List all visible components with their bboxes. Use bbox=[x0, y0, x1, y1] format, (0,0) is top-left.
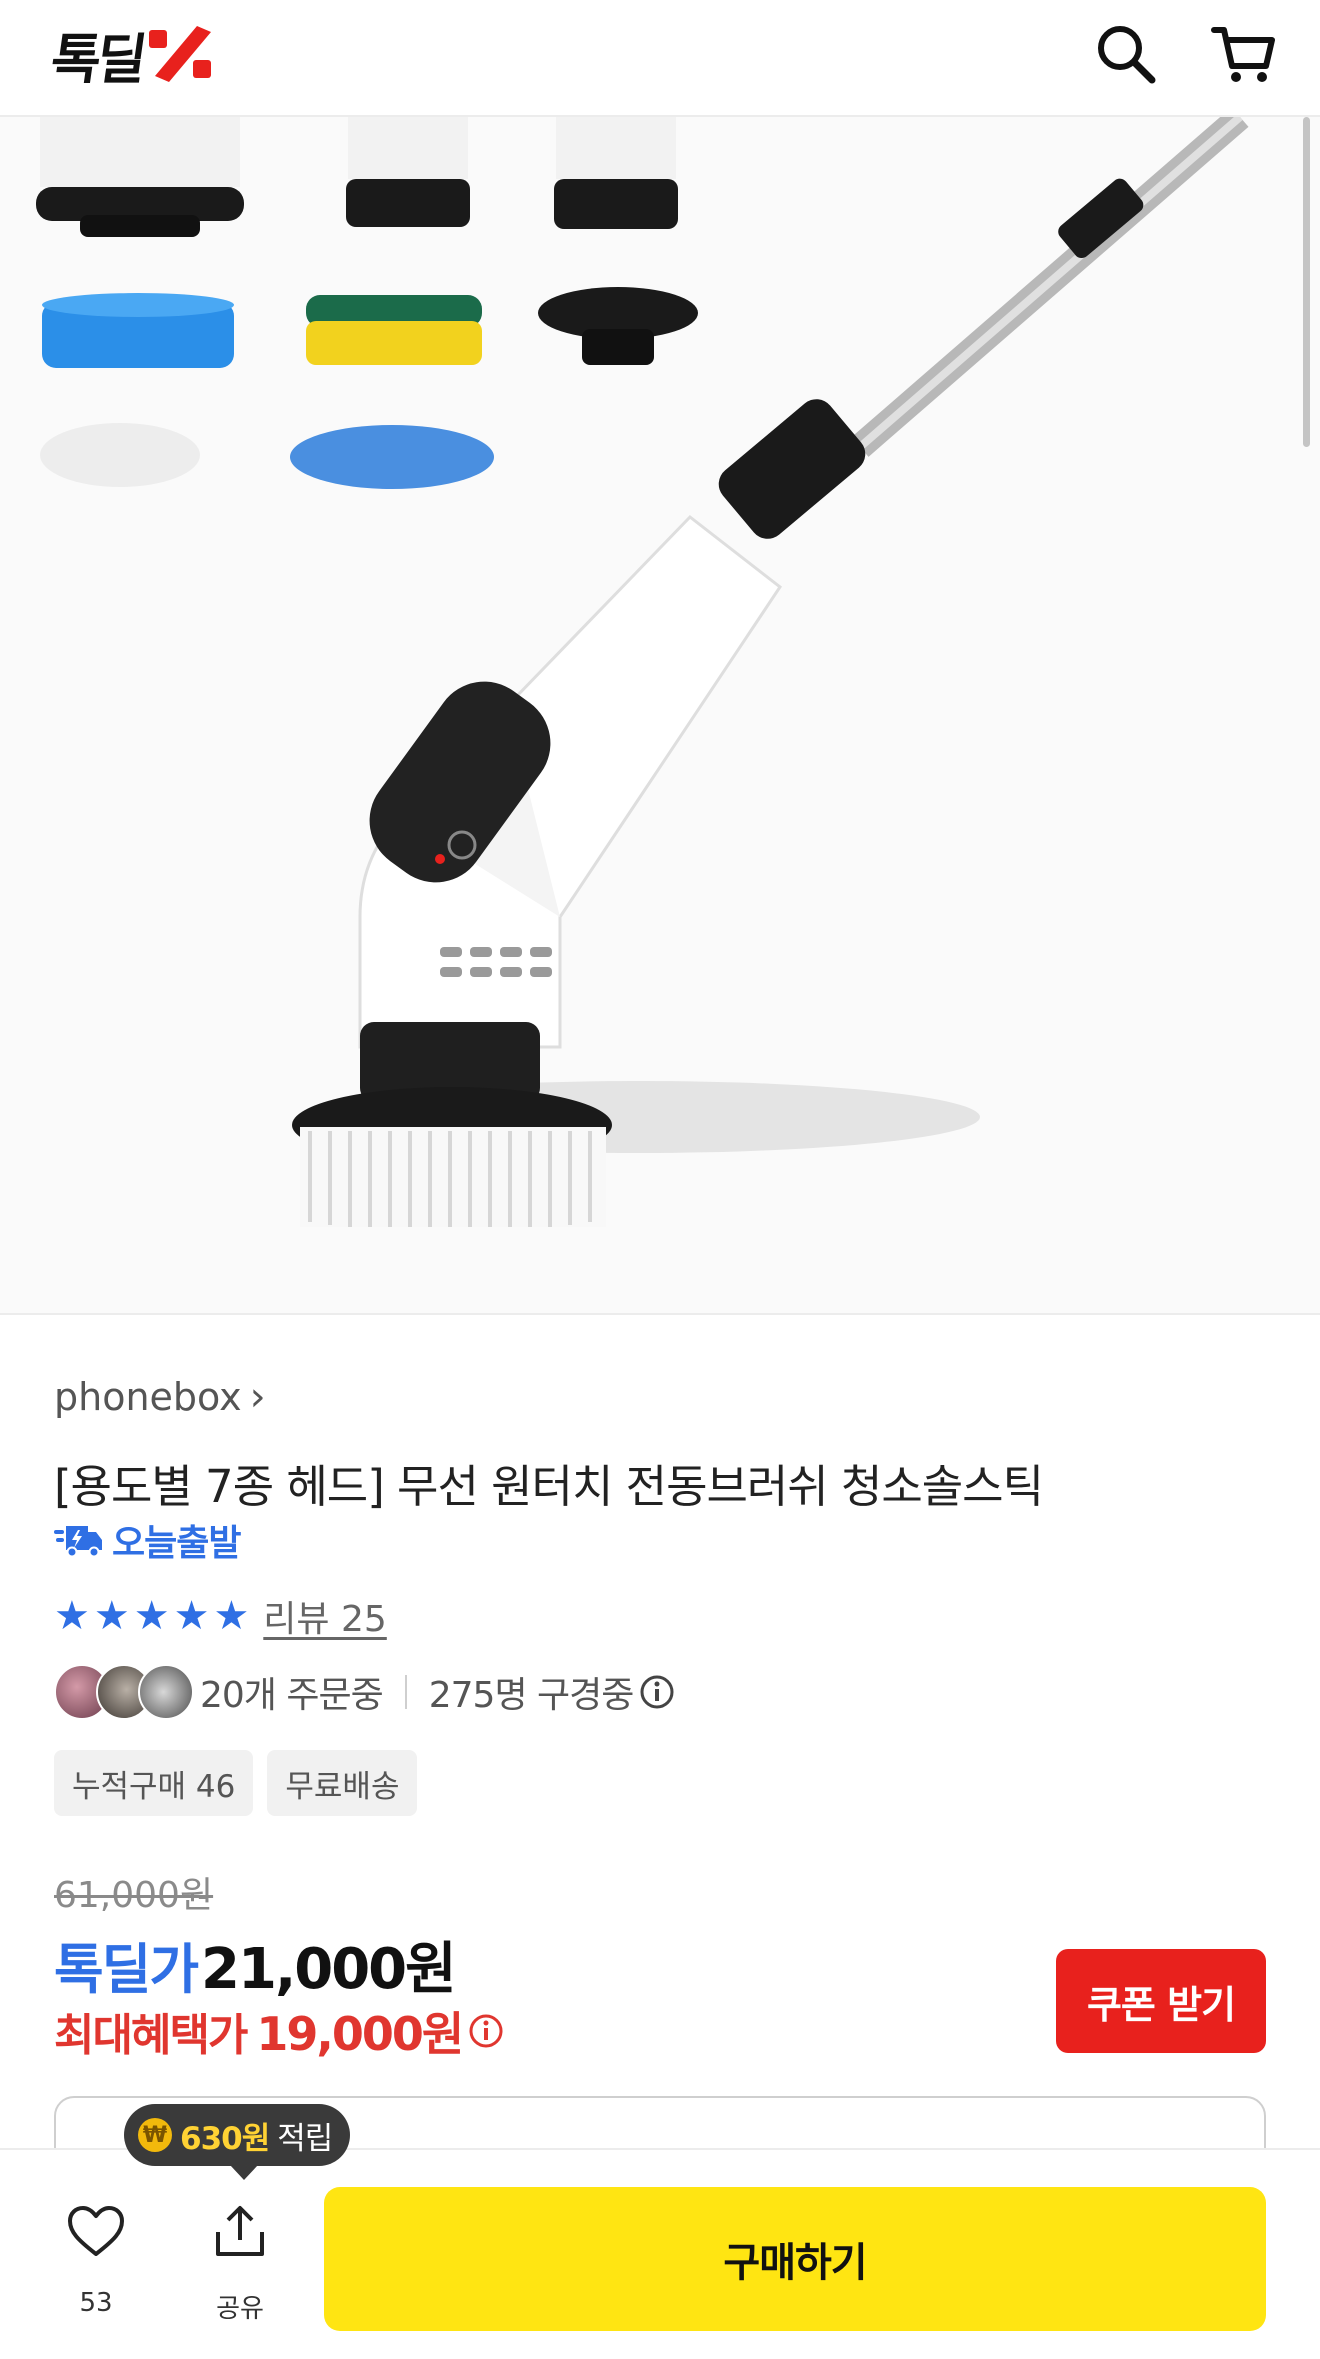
rating-stars: ★ ★ ★ ★ ★ bbox=[54, 1596, 249, 1636]
white-microfiber-pad bbox=[40, 423, 200, 487]
share-icon bbox=[216, 2206, 264, 2256]
info-icon[interactable] bbox=[468, 2013, 504, 2049]
electric-brush-illustration bbox=[36, 117, 1249, 1227]
share-button[interactable]: 공유 bbox=[200, 2202, 280, 2325]
scrollbar[interactable] bbox=[1303, 117, 1310, 447]
product-image[interactable] bbox=[0, 117, 1320, 1315]
deal-price-row: 톡딜가 21,000원 bbox=[54, 1924, 457, 2005]
original-price: 61,000원 bbox=[54, 1875, 214, 1916]
star-icon: ★ bbox=[213, 1593, 250, 1639]
search-icon[interactable] bbox=[1092, 20, 1158, 86]
star-icon: ★ bbox=[133, 1593, 170, 1639]
deal-price-label: 톡딜가 bbox=[54, 1938, 199, 2001]
logo-text: 톡딜 bbox=[46, 27, 148, 91]
star-icon: ★ bbox=[93, 1593, 130, 1639]
coin-icon: ₩ bbox=[138, 2118, 172, 2152]
seller-name: phonebox bbox=[54, 1375, 242, 1419]
points-tooltip: ₩ 630원 적립 bbox=[124, 2104, 351, 2180]
review-link[interactable]: 리뷰 25 bbox=[263, 1590, 387, 1642]
buy-button[interactable]: 구매하기 bbox=[324, 2187, 1266, 2331]
badge-free-shipping: 무료배송 bbox=[267, 1750, 418, 1816]
viewers-count: 275명 구경중 bbox=[428, 1675, 635, 1716]
brush-head-accessory bbox=[36, 117, 244, 237]
product-title: [용도별 7종 헤드] 무선 원터치 전동브러쉬 청소솔스틱 bbox=[54, 1460, 1044, 1513]
star-icon: ★ bbox=[173, 1593, 210, 1639]
logo-percent-mark bbox=[149, 26, 212, 82]
orders-count: 20개 주문중 bbox=[200, 1675, 384, 1716]
brush-head-accessory bbox=[554, 117, 678, 229]
talkdeal-logo[interactable]: 톡딜 bbox=[47, 22, 215, 91]
brush-head-accessory bbox=[346, 117, 470, 227]
max-benefit-row: 최대혜택가 19,000원 bbox=[54, 1998, 504, 2064]
like-button[interactable]: 53 bbox=[56, 2202, 136, 2318]
share-label: 공유 bbox=[216, 2294, 264, 2324]
seller-link[interactable]: phonebox › bbox=[54, 1374, 266, 1420]
points-label: 적립 bbox=[277, 2120, 333, 2157]
bottom-action-bar: 53 공유 구매하기 bbox=[0, 2148, 1320, 2359]
rating-row: ★ ★ ★ ★ ★ 리뷰 25 bbox=[54, 1590, 387, 1642]
info-icon[interactable] bbox=[639, 1674, 675, 1710]
divider bbox=[404, 1675, 407, 1709]
delivery-truck-icon bbox=[54, 1526, 102, 1558]
top-header: 톡딜 bbox=[0, 0, 1320, 117]
like-count: 53 bbox=[79, 2288, 113, 2318]
product-badges: 누적구매 46 무료배송 bbox=[54, 1750, 418, 1816]
social-proof-row: 20개 주문중 275명 구경중 bbox=[54, 1664, 675, 1720]
blue-microfiber-pad bbox=[290, 425, 494, 489]
points-amount: 630원 bbox=[180, 2120, 270, 2157]
today-shipping-label: 오늘출발 bbox=[112, 1523, 241, 1564]
avatar bbox=[138, 1664, 194, 1720]
max-benefit-label: 최대혜택가 bbox=[54, 2010, 248, 2061]
badge-cumulative-purchases: 누적구매 46 bbox=[54, 1750, 254, 1816]
max-benefit-price: 19,000원 bbox=[256, 2007, 464, 2061]
heart-icon bbox=[68, 2206, 124, 2256]
chevron-right-icon: › bbox=[249, 1374, 266, 1420]
cart-icon[interactable] bbox=[1210, 20, 1276, 86]
today-shipping-badge: 오늘출발 bbox=[54, 1514, 241, 1566]
buyer-avatars bbox=[54, 1664, 194, 1720]
get-coupon-button[interactable]: 쿠폰 받기 bbox=[1056, 1949, 1266, 2053]
star-icon: ★ bbox=[54, 1593, 90, 1639]
deal-price: 21,000원 bbox=[201, 1937, 457, 2002]
